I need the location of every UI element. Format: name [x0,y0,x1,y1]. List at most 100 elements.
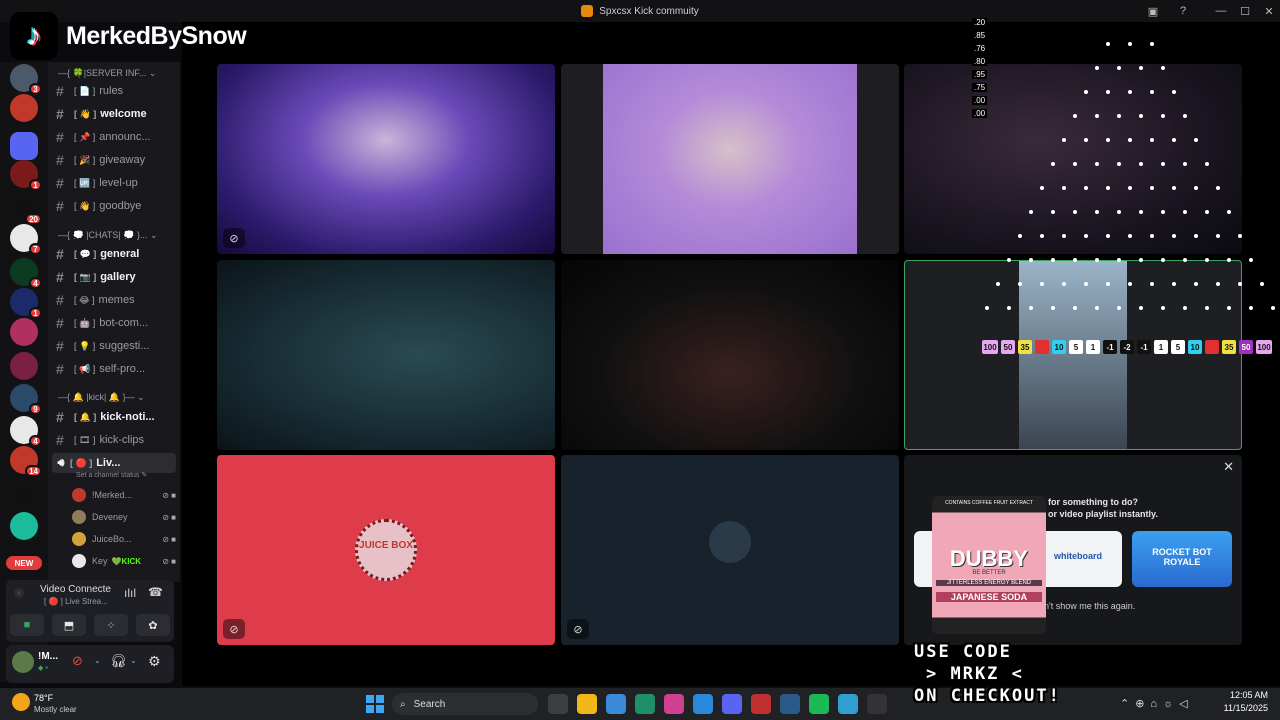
overlay-metric: .80 [972,57,988,66]
windows-start-icon[interactable] [366,695,384,713]
plinko-peg [1172,138,1176,142]
channel-status[interactable]: Set a channel status ✎ [76,471,147,479]
taskbar-app-icon[interactable] [809,694,829,714]
taskbar-app-icon[interactable] [635,694,655,714]
channel-announc[interactable]: # [ 📌 ] announc... [56,127,176,147]
taskbar-app-icon[interactable] [548,694,568,714]
taskbar-app-icon[interactable] [867,694,887,714]
video-tile-key[interactable]: ⊘ [561,455,899,645]
headphones-icon[interactable]: 🎧︎ [110,653,127,669]
chevron-down-icon[interactable]: ⌄ [130,656,137,665]
voice-user[interactable]: Deveney ⊘ ■ [72,507,176,527]
weather-icon[interactable] [12,693,30,711]
taskbar-app-icon[interactable] [664,694,684,714]
avatar [709,521,751,563]
taskbar-app-icon[interactable] [780,694,800,714]
dont-show-again[interactable]: n't show me this again. [1044,601,1135,611]
server-icon[interactable]: 7 [10,224,42,255]
video-tile-6[interactable] [904,260,1242,450]
disconnect-icon[interactable]: ☎ [148,585,163,599]
mute-icon[interactable]: ⊘ [72,653,83,669]
weather-desc[interactable]: Mostly clear [34,705,77,714]
channel-kickclips[interactable]: # [ 🎞 ] kick-clips [56,430,176,450]
soundboard-button[interactable]: ✿ [136,614,170,636]
channel-selfpro[interactable]: # [ 📢 ] self-pro... [56,359,176,379]
plinko-peg [1205,258,1209,262]
category-kick[interactable]: —{ 🔔 |kick| 🔔 }— ⌄ [58,392,145,403]
video-tile-5[interactable] [561,260,899,450]
plinko-peg [1172,282,1176,286]
channel-levelup[interactable]: # [ 🆙 ] level-up [56,173,176,193]
voice-user[interactable]: JuiceBo... ⊘ ■ [72,529,176,549]
minimize-button[interactable]: — [1208,0,1234,22]
channel-emoji: [ 🔔 ] [74,411,97,422]
server-icon[interactable] [10,94,38,122]
video-tile-3[interactable] [904,64,1242,254]
taskbar-app-icon[interactable] [838,694,858,714]
server-icon[interactable]: 3 [10,64,42,95]
channel-goodbye[interactable]: # [ 👋 ] goodbye [56,196,176,216]
taskbar-search[interactable]: ⌕ Search [392,693,538,715]
taskbar-app-icon[interactable] [606,694,626,714]
system-tray-icons[interactable]: ⌃⊕⌂☼◁ [1120,697,1194,710]
inbox-icon[interactable]: ▣ [1140,0,1166,22]
category-chats[interactable]: —{ 💭 |CHATS| 💭 }... ⌄ [58,230,157,241]
new-badge[interactable]: NEW [6,556,42,570]
voice-channel-name[interactable]: [ 🔴 ] Live Strea... [44,597,108,606]
server-icon[interactable]: 1 [10,160,42,191]
plinko-peg [1150,186,1154,190]
settings-gear-icon[interactable]: ⚙ [148,653,161,670]
channel-kicknoti[interactable]: # [ 🔔 ] kick-noti... [56,407,176,427]
server-icon[interactable] [10,512,38,540]
plinko-peg [1183,258,1187,262]
category-server-info[interactable]: —{ 🍀|SERVER INF... ⌄ [58,68,156,79]
voice-channel-live[interactable]: 🔊︎ [ 🔴 ] Liv... [52,453,176,473]
video-tile-2[interactable] [561,64,899,254]
activities-button[interactable]: ⁘ [94,614,128,636]
plinko-peg [1084,234,1088,238]
maximize-button[interactable]: ☐ [1232,0,1258,22]
channel-rules[interactable]: # [ 📄 ] rules [56,81,176,101]
server-icon[interactable] [10,132,38,160]
taskbar-app-icon[interactable] [751,694,771,714]
server-icon[interactable]: 9 [10,384,42,415]
taskbar-app-icon[interactable] [577,694,597,714]
channel-label: Liv... [96,457,121,469]
game-card[interactable]: ROCKET BOT ROYALE [1132,531,1232,587]
server-icon[interactable]: 4 [10,258,42,289]
channel-welcome[interactable]: # [ 👋 ] welcome [56,104,176,124]
video-tile-host[interactable]: ⊘ [217,64,555,254]
hash-icon: # [56,409,64,425]
voice-user[interactable]: !Merked... ⊘ ■ [72,485,176,505]
kick-tag: 💚KICK [111,556,142,566]
channel-suggesti[interactable]: # [ 💡 ] suggesti... [56,336,176,356]
help-icon[interactable]: ? [1170,0,1196,22]
video-tile-juicebox[interactable]: ⊘ JUICE BOX [217,455,555,645]
video-tile-4[interactable] [217,260,555,450]
server-icon[interactable] [10,480,38,508]
server-icon[interactable]: 14 [10,446,42,477]
server-icon[interactable]: 1 [10,288,42,319]
channel-general[interactable]: # [ 💬 ] general [56,244,176,264]
voice-user[interactable]: Key 💚KICK ⊘ ■ [72,551,176,571]
avatar[interactable] [12,651,34,673]
channel-giveaway[interactable]: # [ 🎉 ] giveaway [56,150,176,170]
camera-button[interactable]: ■ [10,614,44,636]
weather-temp[interactable]: 78°F [34,693,53,703]
close-button[interactable]: ✕ [1256,0,1280,22]
server-icon[interactable]: 4 [10,416,42,447]
screen-share-button[interactable]: ⬒ [52,614,86,636]
server-icon[interactable]: 20 [10,194,42,225]
channel-memes[interactable]: # [ 😂 ] memes [56,290,176,310]
channel-gallery[interactable]: # [ 📷 ] gallery [56,267,176,287]
close-icon[interactable]: ✕ [1223,459,1234,475]
noise-suppression-icon[interactable]: ılıl [124,586,136,600]
server-icon[interactable] [10,318,38,346]
chevron-down-icon[interactable]: ⌄ [94,656,101,665]
server-icon[interactable] [10,352,38,380]
taskbar-app-icon[interactable] [722,694,742,714]
taskbar-app-icon[interactable] [693,694,713,714]
channel-label: rules [99,85,124,97]
channel-botcom[interactable]: # [ 🤖 ] bot-com... [56,313,176,333]
plinko-peg [1018,234,1022,238]
